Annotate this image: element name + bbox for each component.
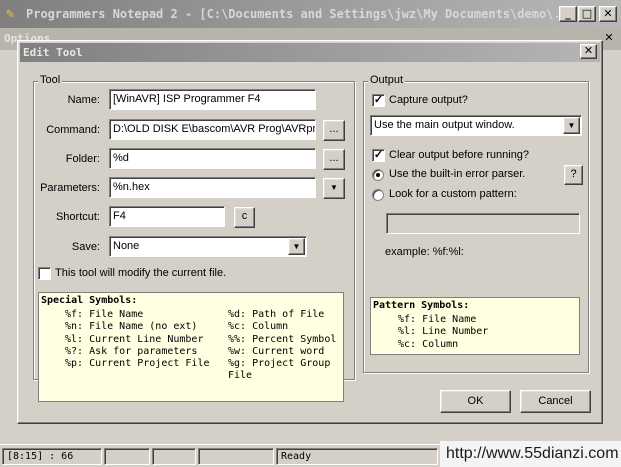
save-dropdown-arrow[interactable]: ▼ <box>288 238 305 255</box>
cancel-button[interactable]: Cancel <box>520 390 591 413</box>
dialog-close-button[interactable]: ✕ <box>580 44 597 59</box>
maximize-button[interactable]: □ <box>578 6 596 22</box>
save-label: Save: <box>71 241 100 253</box>
pattern-symbols-list: %f: File Name %l: Line Number %c: Column <box>398 314 488 351</box>
symbol-row: %d: Path of File <box>228 309 325 320</box>
symbol-row: %?: Ask for parameters <box>65 345 198 357</box>
pattern-example-text: example: %f:%l: <box>385 246 464 258</box>
pattern-row: %l: Line Number <box>398 326 489 338</box>
pattern-symbols-box: Pattern Symbols: %f: File Name %l: Line … <box>370 297 580 355</box>
save-select-value: None <box>113 240 140 252</box>
custom-pattern-input[interactable] <box>386 213 580 234</box>
status-pane-2 <box>104 448 150 465</box>
output-window-dropdown-arrow[interactable]: ▼ <box>563 117 580 134</box>
shortcut-input[interactable]: F4 <box>109 206 225 227</box>
pattern-row: %c: Column <box>398 338 459 350</box>
special-symbols-left: %f: File Name %n: File Name (no ext) %l:… <box>65 309 210 370</box>
pattern-symbols-title: Pattern Symbols: <box>373 300 470 311</box>
watermark: http://www.55dianzi.com <box>440 441 621 467</box>
status-position: [8:15] : 66 <box>2 448 102 465</box>
symbol-row: %l: Current Line Number <box>65 333 204 345</box>
symbol-row: %g: Project Group <box>228 358 331 370</box>
folder-label: Folder: <box>65 153 100 165</box>
shortcut-clear-button[interactable]: c <box>234 207 255 228</box>
status-pane-4 <box>198 448 274 465</box>
pattern-row: %f: File Name <box>398 314 477 325</box>
name-label: Name: <box>67 94 100 106</box>
minimize-button[interactable]: _ <box>559 6 577 22</box>
symbol-row: %p: Current Project File <box>65 358 210 370</box>
capture-output-label: Capture output? <box>389 94 468 106</box>
parameters-label: Parameters: <box>40 182 100 194</box>
main-window-title: Programmers Notepad 2 - [C:\Documents an… <box>26 7 576 21</box>
special-symbols-title: Special Symbols: <box>41 295 138 306</box>
save-select[interactable]: None <box>109 236 307 257</box>
output-group-legend: Output <box>368 74 406 86</box>
parameters-input[interactable]: %n.hex <box>109 177 316 198</box>
parser-help-button[interactable]: ? <box>564 165 583 185</box>
capture-output-checkbox[interactable]: ✓ <box>372 94 385 107</box>
symbol-row: %w: Current word <box>228 345 325 357</box>
special-symbols-box: Special Symbols: %f: File Name %n: File … <box>38 292 344 402</box>
app-icon: ✎ <box>6 6 15 22</box>
modify-file-label: This tool will modify the current file. <box>55 267 227 279</box>
output-window-value: Use the main output window. <box>374 119 515 131</box>
builtin-parser-label: Use the built-in error parser. <box>389 168 526 180</box>
command-browse-button[interactable]: ... <box>323 120 345 141</box>
symbol-row: File <box>228 370 253 382</box>
builtin-parser-radio[interactable] <box>372 169 384 181</box>
symbol-row: %n: File Name (no ext) <box>65 321 198 333</box>
command-input[interactable]: D:\OLD DISK E\bascom\AVR Prog\AVRprog <box>109 119 316 140</box>
shortcut-label: Shortcut: <box>55 211 100 223</box>
output-window-select[interactable]: Use the main output window. <box>370 115 582 136</box>
ok-button[interactable]: OK <box>440 390 511 413</box>
custom-pattern-radio[interactable] <box>372 189 384 201</box>
folder-browse-button[interactable]: ... <box>323 149 345 170</box>
clear-output-label: Clear output before running? <box>389 149 530 161</box>
status-pane-3 <box>152 448 196 465</box>
tool-group-legend: Tool <box>38 74 63 86</box>
command-label: Command: <box>46 124 100 136</box>
dialog-title: Edit Tool <box>23 46 83 59</box>
status-state: Ready <box>276 448 438 465</box>
modify-file-checkbox[interactable] <box>38 267 51 280</box>
symbol-row: %c: Column <box>228 321 289 333</box>
symbol-row: %f: File Name <box>65 309 144 320</box>
folder-input[interactable]: %d <box>109 148 316 169</box>
symbol-row: %%: Percent Symbol <box>228 333 337 345</box>
edit-tool-dialog: Edit Tool ✕ Tool Name: [WinAVR] ISP Prog… <box>17 40 603 424</box>
custom-pattern-label: Look for a custom pattern: <box>389 188 517 200</box>
parameters-dropdown-button[interactable]: ▼ <box>323 178 345 199</box>
main-window-titlebar: ✎ Programmers Notepad 2 - [C:\Documents … <box>0 0 621 28</box>
dialog-titlebar: Edit Tool ✕ <box>20 43 600 62</box>
clear-output-checkbox[interactable]: ✓ <box>372 149 385 162</box>
main-close-button[interactable]: ✕ <box>599 6 617 22</box>
special-symbols-right: %d: Path of File %c: Column %%: Percent … <box>228 309 336 383</box>
name-input[interactable]: [WinAVR] ISP Programmer F4 <box>109 89 316 110</box>
